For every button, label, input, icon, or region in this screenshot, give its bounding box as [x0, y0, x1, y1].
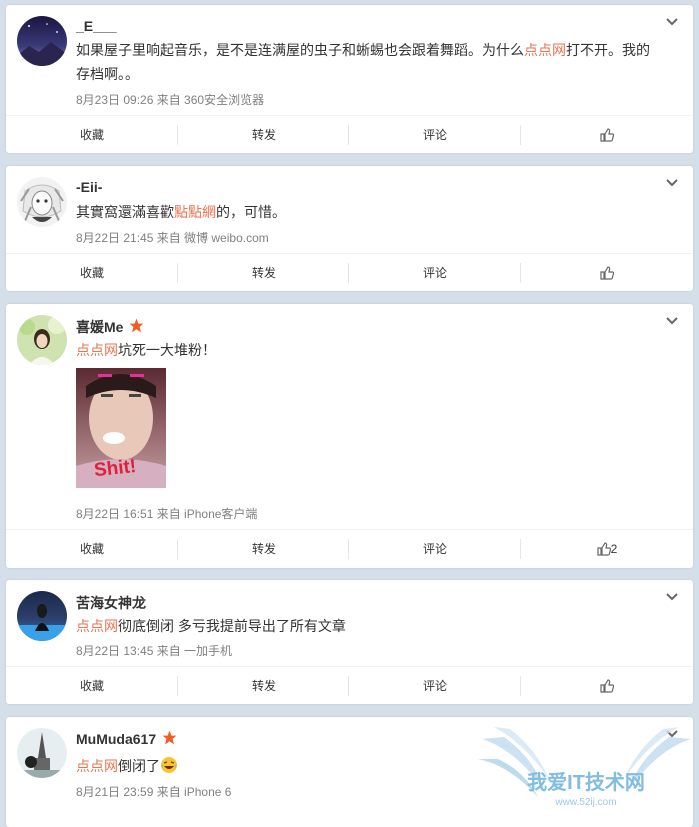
image-caption: Shit!	[93, 456, 137, 481]
thumbs-up-icon	[597, 542, 611, 556]
laughing-crying-emoji-icon	[161, 757, 177, 773]
weibo-post: -Eii- 其實窩還滿喜歡點點網的，可惜。 8月22日 21:45 来自 微博 …	[6, 166, 693, 291]
like-button[interactable]	[521, 667, 693, 705]
topic-link[interactable]: 点点网	[76, 618, 118, 634]
username[interactable]: MuMuda617	[76, 730, 177, 747]
post-meta: 8月21日 23:59 来自 iPhone 6	[76, 785, 232, 799]
like-count: 2	[610, 542, 618, 556]
comment-button[interactable]: 评论	[349, 116, 521, 154]
like-button[interactable]: 2	[521, 530, 693, 568]
topic-link[interactable]: 点点网	[76, 758, 118, 774]
collect-button[interactable]: 收藏	[6, 667, 178, 705]
collect-button[interactable]: 收藏	[6, 254, 178, 292]
post-meta: 8月23日 09:26 来自 360安全浏览器	[76, 93, 265, 107]
topic-link[interactable]: 点点网	[524, 42, 566, 58]
action-bar: 收藏 转发 评论 2	[6, 529, 693, 568]
post-meta: 8月22日 13:45 来自 一加手机	[76, 644, 233, 658]
post-meta: 8月22日 21:45 来自 微博 weibo.com	[76, 231, 269, 245]
avatar[interactable]	[17, 315, 67, 365]
like-button[interactable]	[521, 254, 693, 292]
repost-button[interactable]: 转发	[178, 254, 350, 292]
thumbs-up-icon	[600, 266, 614, 280]
thumbs-up-icon	[600, 128, 614, 142]
chevron-down-icon[interactable]	[665, 17, 679, 27]
chevron-down-icon[interactable]	[665, 178, 679, 188]
action-bar: 收藏 转发 评论	[6, 666, 693, 705]
thumbs-up-icon	[600, 679, 614, 693]
chevron-down-icon[interactable]	[665, 729, 679, 739]
post-text: 其實窩還滿喜歡點點網的，可惜。	[76, 204, 286, 220]
post-text: 点点网坑死一大堆粉！	[76, 342, 216, 358]
action-bar: 收藏 转发 评论	[6, 253, 693, 292]
chevron-down-icon[interactable]	[665, 316, 679, 326]
comment-button[interactable]: 评论	[349, 254, 521, 292]
post-text: 点点网倒闭了	[76, 754, 651, 778]
collect-button[interactable]: 收藏	[6, 530, 178, 568]
weibo-post: _E___ 如果屋子里响起音乐，是不是连满屋的虫子和蜥蜴也会跟着舞蹈。为什么点点…	[6, 5, 693, 153]
avatar[interactable]	[17, 591, 67, 641]
weibo-post: 喜媛Me 点点网坑死一大堆粉！ Shit! 8月22日 16:51 来自 iPh…	[6, 304, 693, 568]
chevron-down-icon[interactable]	[665, 592, 679, 602]
topic-link[interactable]: 点点网	[76, 342, 118, 358]
post-text: 如果屋子里响起音乐，是不是连满屋的虫子和蜥蜴也会跟着舞蹈。为什么点点网打不开。我…	[76, 42, 650, 82]
post-text: 点点网彻底倒闭 多亏我提前导出了所有文章	[76, 618, 346, 634]
repost-button[interactable]: 转发	[178, 116, 350, 154]
topic-link[interactable]: 點點網	[174, 204, 216, 220]
post-meta: 8月22日 16:51 来自 iPhone客户端	[76, 507, 258, 521]
username[interactable]: _E___	[76, 18, 116, 34]
comment-button[interactable]: 评论	[349, 667, 521, 705]
like-button[interactable]	[521, 116, 693, 154]
verified-star-icon	[130, 318, 144, 333]
avatar[interactable]	[17, 16, 67, 66]
repost-button[interactable]: 转发	[178, 667, 350, 705]
collect-button[interactable]: 收藏	[6, 116, 178, 154]
weibo-post: 苦海女神龙 点点网彻底倒闭 多亏我提前导出了所有文章 8月22日 13:45 来…	[6, 580, 693, 704]
username[interactable]: -Eii-	[76, 179, 102, 195]
username[interactable]: 苦海女神龙	[76, 593, 146, 613]
username[interactable]: 喜媛Me	[76, 317, 144, 337]
avatar[interactable]	[17, 728, 67, 778]
comment-button[interactable]: 评论	[349, 530, 521, 568]
action-bar: 收藏 转发 评论	[6, 115, 693, 154]
verified-star-icon	[162, 730, 177, 745]
post-image[interactable]: Shit!	[76, 368, 166, 488]
repost-button[interactable]: 转发	[178, 530, 350, 568]
avatar[interactable]	[17, 177, 67, 227]
